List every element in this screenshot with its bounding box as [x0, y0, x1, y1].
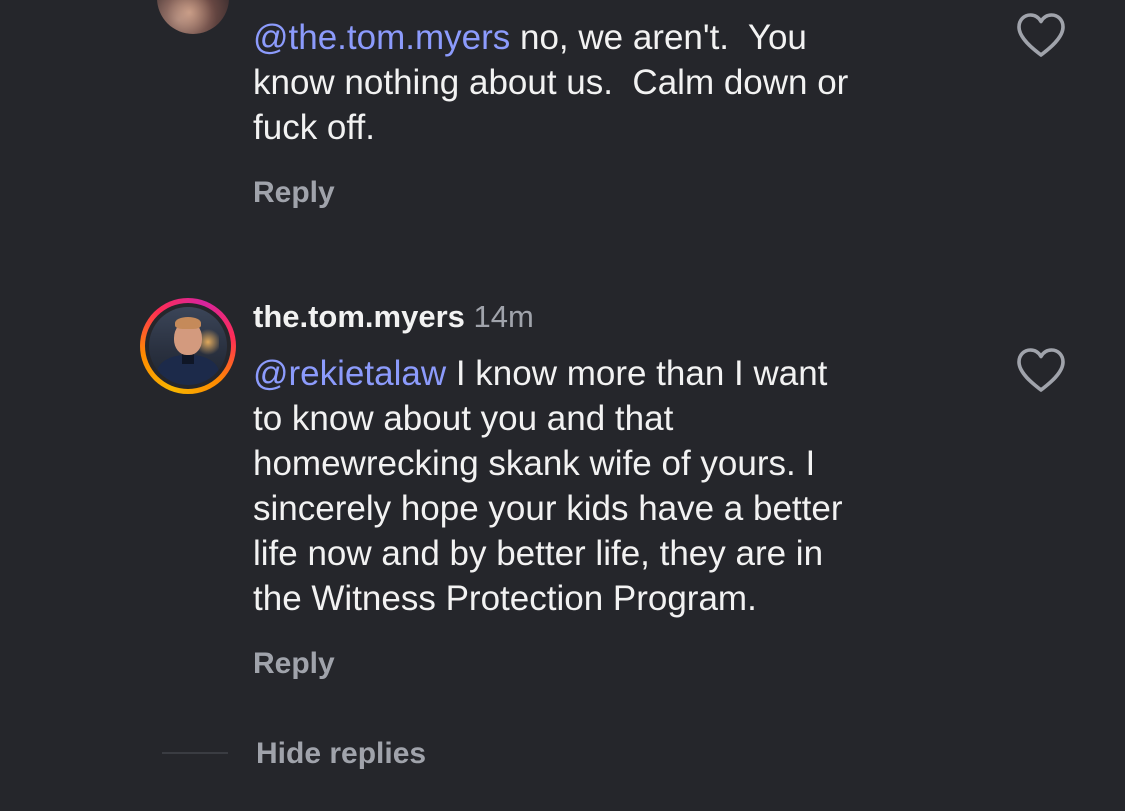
thread-divider-line [162, 752, 228, 754]
story-ring-avatar[interactable] [140, 298, 236, 394]
mention-link[interactable]: @rekietalaw [253, 354, 446, 393]
comment-text: @rekietalaw I know more than I want to k… [253, 351, 953, 621]
hide-replies-button[interactable]: Hide replies [256, 736, 426, 772]
comment-line: fuck off. [253, 108, 375, 147]
mention-link[interactable]: @the.tom.myers [253, 18, 510, 57]
comment-line: @rekietalaw I know more than I want [253, 354, 828, 393]
heart-outline-icon[interactable] [1016, 12, 1066, 58]
comment-line: life now and by better life, they are in [253, 534, 824, 573]
comment-line: the Witness Protection Program. [253, 579, 757, 618]
comment-line: homewrecking skank wife of yours. I [253, 444, 816, 483]
comment-line: sincerely hope your kids have a better [253, 489, 843, 528]
comment-line: know nothing about us. Calm down or [253, 63, 849, 102]
comment-line: @the.tom.myers no, we aren't. You [253, 18, 807, 57]
comment-header: the.tom.myers 14m [253, 297, 534, 337]
comment-timestamp: 14m [473, 299, 534, 334]
avatar-photo [157, 0, 229, 34]
comment-line: to know about you and that [253, 399, 674, 438]
reply-button[interactable]: Reply [253, 646, 335, 682]
heart-outline-icon[interactable] [1016, 347, 1066, 393]
avatar-photo [149, 307, 227, 385]
username-link[interactable]: the.tom.myers [253, 299, 465, 334]
avatar-hair [175, 317, 201, 329]
avatar-collar [182, 354, 194, 364]
comments-screen: @the.tom.myers no, we aren't. You know n… [0, 0, 1125, 811]
reply-button[interactable]: Reply [253, 175, 335, 211]
commenter-avatar[interactable] [157, 0, 229, 34]
comment-text: @the.tom.myers no, we aren't. You know n… [253, 15, 953, 150]
